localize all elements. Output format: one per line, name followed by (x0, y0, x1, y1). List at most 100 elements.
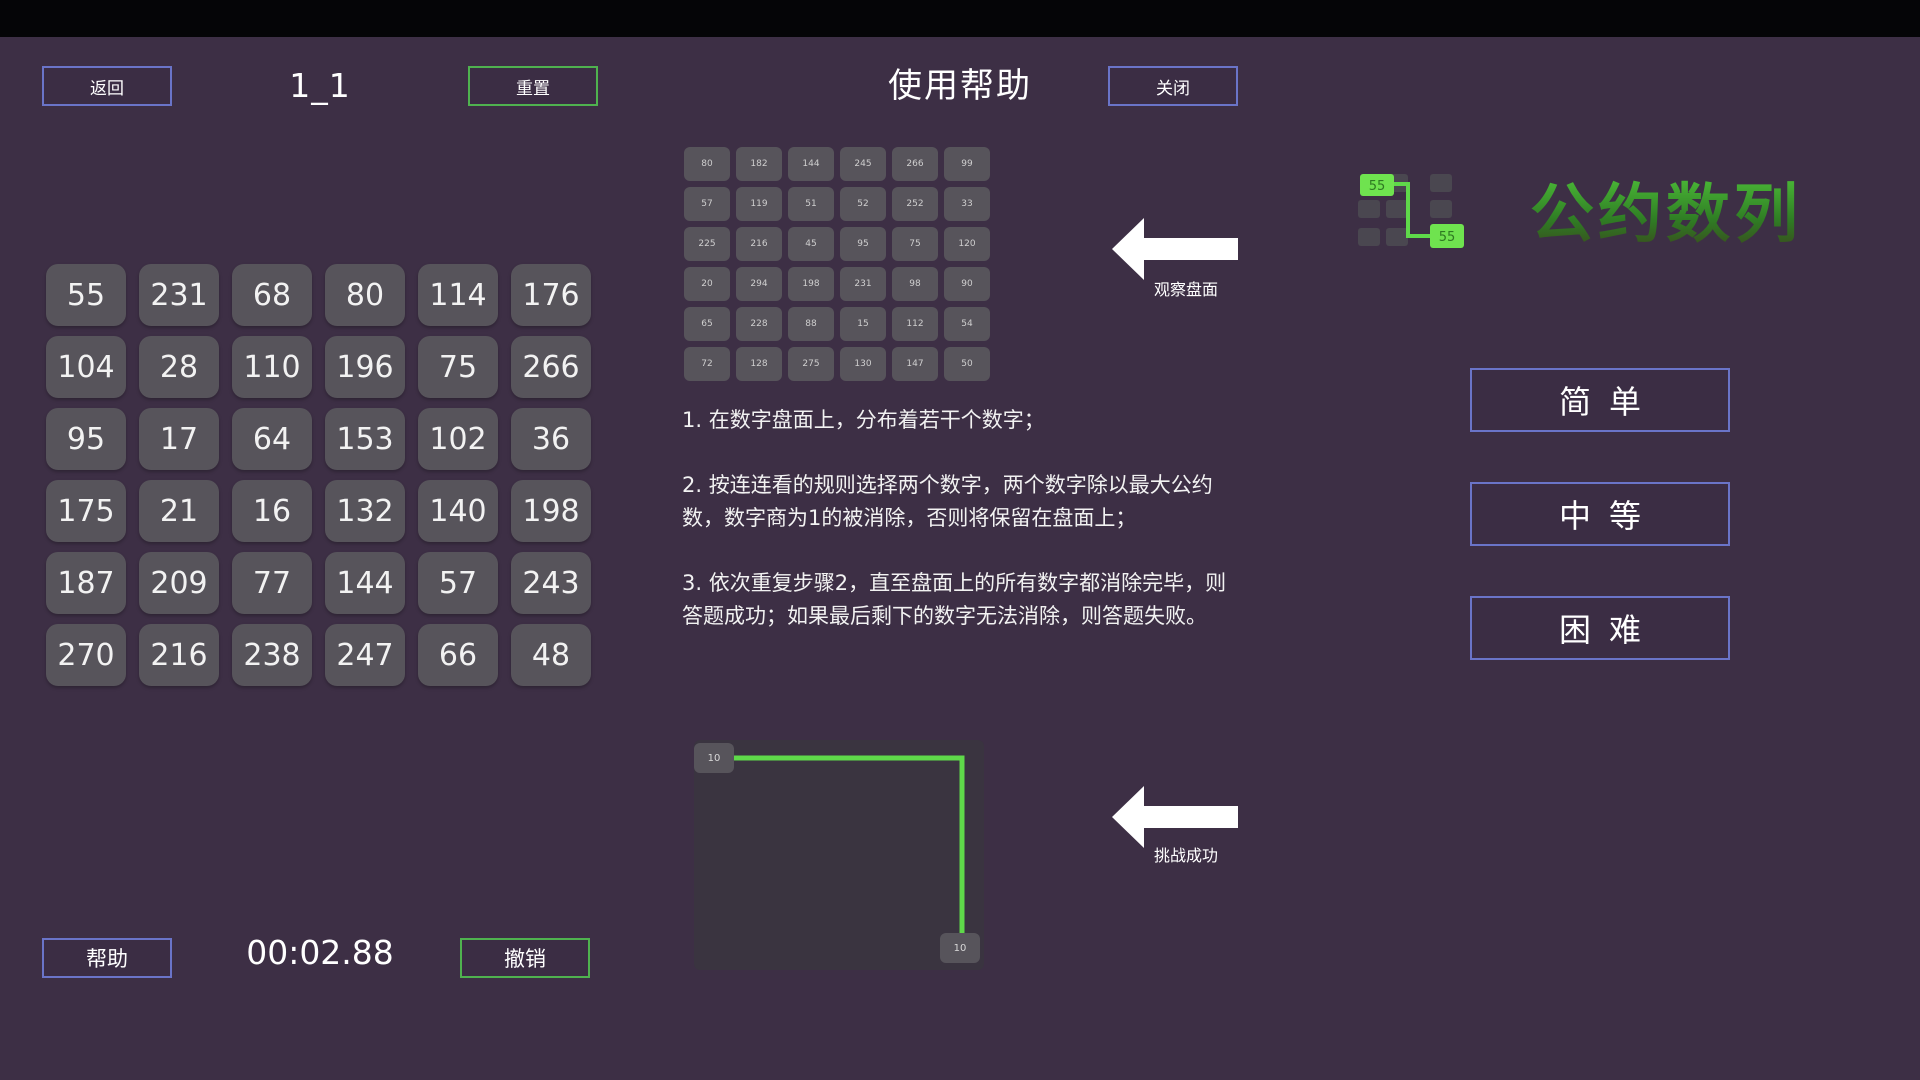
rule-item: 2. 按连连看的规则选择两个数字，两个数字除以最大公约数，数字商为1的被消除，否… (682, 473, 1213, 530)
medium-button[interactable]: 中等 (1470, 482, 1730, 546)
level-indicator: 1_1 (289, 66, 351, 105)
back-button[interactable]: 返回 (42, 66, 172, 106)
mini-number-cell: 15 (840, 307, 886, 341)
mini-number-cell: 275 (788, 347, 834, 381)
observe-board-label: 观察盘面 (1154, 280, 1219, 299)
number-cell[interactable]: 17 (139, 408, 219, 470)
help-demo-board: 10 10 (694, 740, 984, 970)
number-cell[interactable]: 21 (139, 480, 219, 542)
game-timer: 00:02.88 (246, 933, 394, 972)
mini-number-cell: 182 (736, 147, 782, 181)
number-cell[interactable]: 187 (46, 552, 126, 614)
mini-number-cell: 95 (840, 227, 886, 261)
mini-number-cell: 245 (840, 147, 886, 181)
number-board: 55 231 68 80 114 176 104 28 110 196 75 266 95 17 64 153… (46, 264, 594, 694)
number-cell[interactable]: 176 (511, 264, 591, 326)
undo-button[interactable]: 撤销 (460, 938, 590, 978)
reset-button[interactable]: 重置 (468, 66, 598, 106)
number-cell[interactable]: 104 (46, 336, 126, 398)
mini-number-cell: 33 (944, 187, 990, 221)
number-cell[interactable]: 175 (46, 480, 126, 542)
mini-number-cell: 112 (892, 307, 938, 341)
mini-number-cell: 54 (944, 307, 990, 341)
number-cell[interactable]: 216 (139, 624, 219, 686)
mini-number-cell: 294 (736, 267, 782, 301)
number-cell[interactable]: 36 (511, 408, 591, 470)
rule-item: 1. 在数字盘面上，分布着若干个数字； (682, 408, 1045, 432)
game-logo-icon: 55 55 (1358, 174, 1464, 248)
number-cell[interactable]: 64 (232, 408, 312, 470)
number-cell[interactable]: 153 (325, 408, 405, 470)
mini-number-cell: 75 (892, 227, 938, 261)
logo-number: 55 (1369, 179, 1386, 194)
mini-number-cell: 72 (684, 347, 730, 381)
mini-number-cell: 198 (788, 267, 834, 301)
demo-start-cell: 10 (694, 743, 734, 773)
number-cell[interactable]: 140 (418, 480, 498, 542)
number-cell[interactable]: 243 (511, 552, 591, 614)
mini-number-cell: 88 (788, 307, 834, 341)
number-cell[interactable]: 198 (511, 480, 591, 542)
number-cell[interactable]: 66 (418, 624, 498, 686)
number-cell[interactable]: 95 (46, 408, 126, 470)
mini-number-cell: 144 (788, 147, 834, 181)
hard-button[interactable]: 困难 (1470, 596, 1730, 660)
number-cell[interactable]: 75 (418, 336, 498, 398)
mini-number-cell: 52 (840, 187, 886, 221)
top-status-bar (0, 0, 1920, 37)
number-cell[interactable]: 28 (139, 336, 219, 398)
mini-number-cell: 228 (736, 307, 782, 341)
number-cell[interactable]: 102 (418, 408, 498, 470)
mini-number-cell: 65 (684, 307, 730, 341)
help-title: 使用帮助 (888, 66, 1032, 106)
mini-number-cell: 45 (788, 227, 834, 261)
number-cell[interactable]: 114 (418, 264, 498, 326)
number-cell[interactable]: 270 (46, 624, 126, 686)
number-cell[interactable]: 196 (325, 336, 405, 398)
number-cell[interactable]: 57 (418, 552, 498, 614)
mini-number-cell: 90 (944, 267, 990, 301)
mini-number-cell: 266 (892, 147, 938, 181)
number-cell[interactable]: 68 (232, 264, 312, 326)
number-cell[interactable]: 48 (511, 624, 591, 686)
game-title: 公约数列 (1530, 170, 1860, 260)
number-cell[interactable]: 231 (139, 264, 219, 326)
mini-number-cell: 128 (736, 347, 782, 381)
mini-number-cell: 80 (684, 147, 730, 181)
mini-number-cell: 252 (892, 187, 938, 221)
help-example-board: 80 182 144 245 266 99 57 119 51 52 252 33 225 216 45 95… (684, 147, 992, 387)
mini-number-cell: 216 (736, 227, 782, 261)
easy-button[interactable]: 简单 (1470, 368, 1730, 432)
rule-item: 3. 依次重复步骤2，直至盘面上的所有数字都消除完毕，则答题成功；如果最后剩下的… (682, 571, 1227, 628)
mini-number-cell: 99 (944, 147, 990, 181)
number-cell[interactable]: 132 (325, 480, 405, 542)
mini-number-cell: 147 (892, 347, 938, 381)
number-cell[interactable]: 238 (232, 624, 312, 686)
arrow-left-icon (1112, 218, 1238, 280)
number-cell[interactable]: 110 (232, 336, 312, 398)
number-cell[interactable]: 209 (139, 552, 219, 614)
number-cell[interactable]: 77 (232, 552, 312, 614)
mini-number-cell: 98 (892, 267, 938, 301)
number-cell[interactable]: 55 (46, 264, 126, 326)
challenge-success-label: 挑战成功 (1154, 846, 1219, 865)
help-button[interactable]: 帮助 (42, 938, 172, 978)
mini-number-cell: 120 (944, 227, 990, 261)
mini-number-cell: 57 (684, 187, 730, 221)
number-cell[interactable]: 247 (325, 624, 405, 686)
mini-number-cell: 50 (944, 347, 990, 381)
demo-end-cell: 10 (940, 933, 980, 963)
number-cell[interactable]: 144 (325, 552, 405, 614)
logo-number: 55 (1439, 230, 1456, 245)
number-cell[interactable]: 16 (232, 480, 312, 542)
help-rules: 1. 在数字盘面上，分布着若干个数字； 2. 按连连看的规则选择两个数字，两个数… (682, 404, 1242, 665)
close-button[interactable]: 关闭 (1108, 66, 1238, 106)
mini-number-cell: 119 (736, 187, 782, 221)
mini-number-cell: 225 (684, 227, 730, 261)
mini-number-cell: 130 (840, 347, 886, 381)
mini-number-cell: 231 (840, 267, 886, 301)
number-cell[interactable]: 266 (511, 336, 591, 398)
mini-number-cell: 51 (788, 187, 834, 221)
number-cell[interactable]: 80 (325, 264, 405, 326)
mini-number-cell: 20 (684, 267, 730, 301)
